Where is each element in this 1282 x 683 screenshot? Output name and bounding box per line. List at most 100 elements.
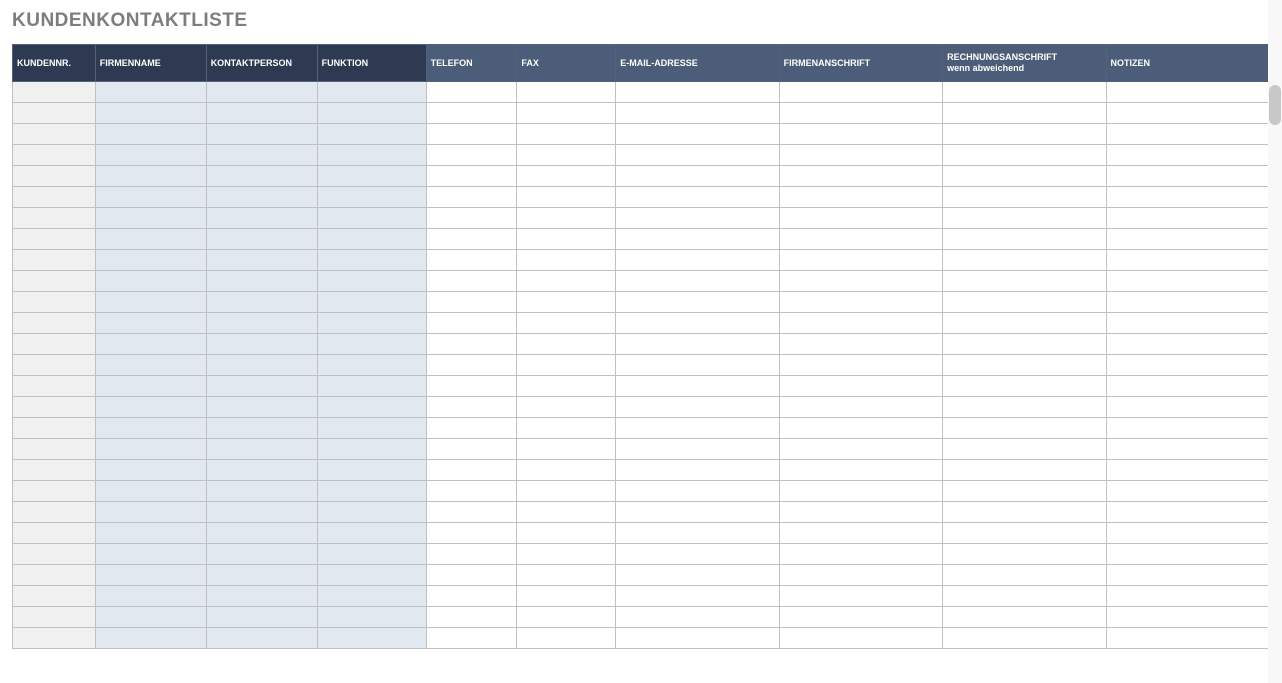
cell[interactable] xyxy=(95,628,206,649)
cell[interactable] xyxy=(779,586,942,607)
cell[interactable] xyxy=(1106,355,1269,376)
cell[interactable] xyxy=(943,313,1106,334)
cell[interactable] xyxy=(779,607,942,628)
cell[interactable] xyxy=(95,271,206,292)
cell[interactable] xyxy=(317,502,426,523)
cell[interactable] xyxy=(616,124,779,145)
cell[interactable] xyxy=(779,628,942,649)
cell[interactable] xyxy=(517,586,616,607)
cell[interactable] xyxy=(517,481,616,502)
cell[interactable] xyxy=(317,418,426,439)
cell[interactable] xyxy=(426,229,517,250)
cell[interactable] xyxy=(13,166,96,187)
cell[interactable] xyxy=(13,187,96,208)
cell[interactable] xyxy=(426,250,517,271)
cell[interactable] xyxy=(779,229,942,250)
cell[interactable] xyxy=(206,460,317,481)
column-header-5[interactable]: FAX xyxy=(517,45,616,82)
cell[interactable] xyxy=(317,103,426,124)
cell[interactable] xyxy=(13,481,96,502)
cell[interactable] xyxy=(517,355,616,376)
cell[interactable] xyxy=(317,439,426,460)
cell[interactable] xyxy=(206,103,317,124)
cell[interactable] xyxy=(1106,166,1269,187)
cell[interactable] xyxy=(95,376,206,397)
cell[interactable] xyxy=(95,124,206,145)
cell[interactable] xyxy=(616,418,779,439)
cell[interactable] xyxy=(13,124,96,145)
cell[interactable] xyxy=(206,250,317,271)
cell[interactable] xyxy=(616,166,779,187)
cell[interactable] xyxy=(13,271,96,292)
cell[interactable] xyxy=(943,544,1106,565)
cell[interactable] xyxy=(616,355,779,376)
cell[interactable] xyxy=(95,103,206,124)
cell[interactable] xyxy=(13,145,96,166)
cell[interactable] xyxy=(616,292,779,313)
cell[interactable] xyxy=(616,628,779,649)
cell[interactable] xyxy=(943,166,1106,187)
cell[interactable] xyxy=(779,271,942,292)
cell[interactable] xyxy=(616,460,779,481)
cell[interactable] xyxy=(317,481,426,502)
cell[interactable] xyxy=(426,628,517,649)
cell[interactable] xyxy=(206,355,317,376)
cell[interactable] xyxy=(779,187,942,208)
cell[interactable] xyxy=(317,586,426,607)
column-header-1[interactable]: FIRMENNAME xyxy=(95,45,206,82)
cell[interactable] xyxy=(943,607,1106,628)
cell[interactable] xyxy=(426,187,517,208)
column-header-9[interactable]: NOTIZEN xyxy=(1106,45,1269,82)
cell[interactable] xyxy=(943,250,1106,271)
cell[interactable] xyxy=(616,586,779,607)
cell[interactable] xyxy=(95,397,206,418)
cell[interactable] xyxy=(13,334,96,355)
cell[interactable] xyxy=(13,502,96,523)
cell[interactable] xyxy=(943,586,1106,607)
cell[interactable] xyxy=(616,502,779,523)
cell[interactable] xyxy=(1106,418,1269,439)
cell[interactable] xyxy=(616,82,779,103)
cell[interactable] xyxy=(317,187,426,208)
cell[interactable] xyxy=(1106,544,1269,565)
cell[interactable] xyxy=(779,523,942,544)
cell[interactable] xyxy=(616,607,779,628)
cell[interactable] xyxy=(517,460,616,481)
cell[interactable] xyxy=(206,229,317,250)
column-header-6[interactable]: E-MAIL-ADRESSE xyxy=(616,45,779,82)
cell[interactable] xyxy=(426,565,517,586)
cell[interactable] xyxy=(517,292,616,313)
cell[interactable] xyxy=(943,103,1106,124)
cell[interactable] xyxy=(317,250,426,271)
cell[interactable] xyxy=(13,292,96,313)
cell[interactable] xyxy=(517,250,616,271)
cell[interactable] xyxy=(206,628,317,649)
cell[interactable] xyxy=(13,355,96,376)
cell[interactable] xyxy=(317,82,426,103)
cell[interactable] xyxy=(779,250,942,271)
cell[interactable] xyxy=(943,460,1106,481)
cell[interactable] xyxy=(317,313,426,334)
cell[interactable] xyxy=(13,376,96,397)
cell[interactable] xyxy=(426,103,517,124)
cell[interactable] xyxy=(95,586,206,607)
cell[interactable] xyxy=(616,229,779,250)
cell[interactable] xyxy=(779,355,942,376)
cell[interactable] xyxy=(779,544,942,565)
cell[interactable] xyxy=(779,82,942,103)
cell[interactable] xyxy=(943,334,1106,355)
cell[interactable] xyxy=(779,565,942,586)
cell[interactable] xyxy=(426,586,517,607)
cell[interactable] xyxy=(1106,208,1269,229)
cell[interactable] xyxy=(95,166,206,187)
spreadsheet-container[interactable]: KUNDENKONTAKTLISTE KUNDENNR.FIRMENNAMEKO… xyxy=(0,0,1282,683)
cell[interactable] xyxy=(13,439,96,460)
cell[interactable] xyxy=(517,145,616,166)
cell[interactable] xyxy=(317,355,426,376)
cell[interactable] xyxy=(517,523,616,544)
cell[interactable] xyxy=(95,355,206,376)
cell[interactable] xyxy=(1106,124,1269,145)
cell[interactable] xyxy=(517,628,616,649)
cell[interactable] xyxy=(1106,586,1269,607)
cell[interactable] xyxy=(779,460,942,481)
